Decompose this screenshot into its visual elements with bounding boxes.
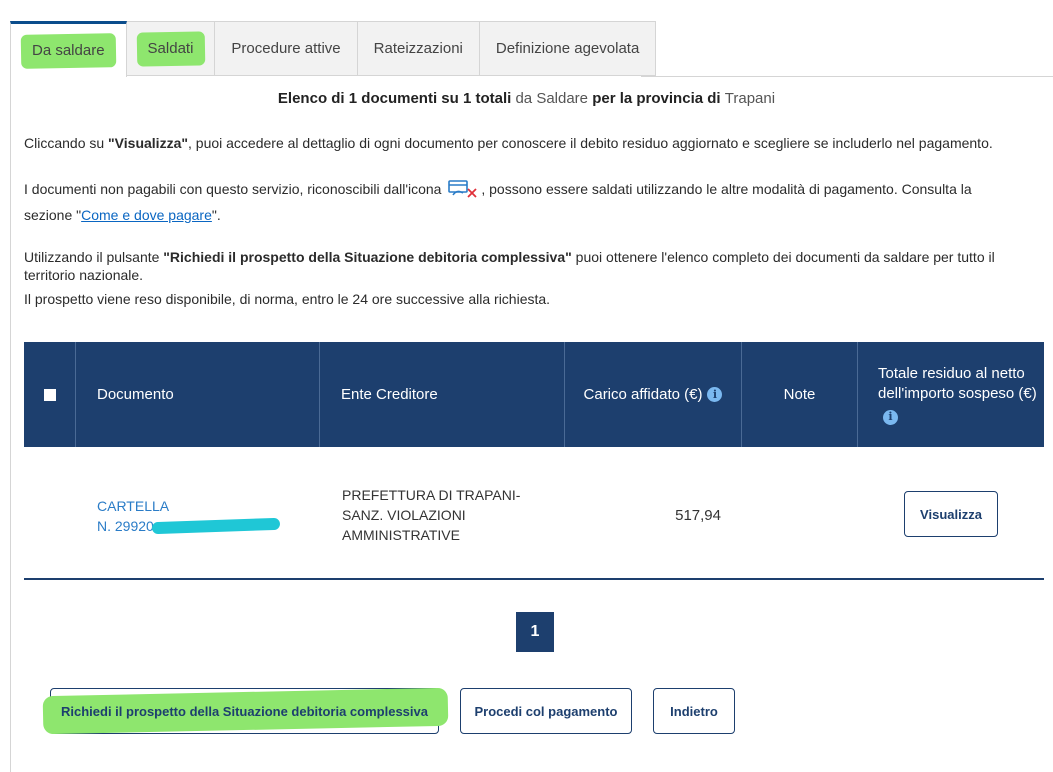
button-label: Richiedi il prospetto della Situazione d… xyxy=(61,703,428,719)
tab-saldati[interactable]: Saldati xyxy=(126,21,216,76)
header-totale-residuo: Totale residuo al netto dell'importo sos… xyxy=(858,342,1044,447)
richiedi-prospetto-button[interactable]: Richiedi il prospetto della Situazione d… xyxy=(50,688,439,734)
header-note: Note xyxy=(742,342,858,447)
title-province: Trapani xyxy=(724,90,776,107)
tab-label: Da saldare xyxy=(32,42,105,59)
tab-procedure-attive[interactable]: Procedure attive xyxy=(215,21,358,76)
document-number: N. 29920 xyxy=(97,518,154,534)
info-paragraph-5: Il prospetto viene reso disponibile, di … xyxy=(24,291,551,307)
header-ente-creditore[interactable]: Ente Creditore xyxy=(320,342,565,447)
tab-rateizzazioni[interactable]: Rateizzazioni xyxy=(357,21,480,76)
title-status: da Saldare xyxy=(515,90,589,107)
tab-label: Rateizzazioni xyxy=(373,40,463,57)
ente-creditore: PREFETTURA DI TRAPANI- SANZ. VIOLAZIONI … xyxy=(342,485,520,545)
redaction-mark xyxy=(151,517,280,535)
tab-label: Saldati xyxy=(147,40,194,57)
text: Cliccando su xyxy=(24,135,109,151)
tab-label: Procedure attive xyxy=(231,40,341,57)
info-paragraph-4: Utilizzando il pulsante "Richiedi il pro… xyxy=(24,248,1044,284)
header-documento[interactable]: Documento xyxy=(76,342,320,447)
info-paragraph-3: sezione "Come e dove pagare". xyxy=(24,206,1044,224)
procedi-pagamento-button[interactable]: Procedi col pagamento xyxy=(460,688,632,734)
page: Da saldare Saldati Procedure attive Rate… xyxy=(0,0,1053,772)
carico-affidato-value: 517,94 xyxy=(675,507,721,524)
text: , possono essere saldati utilizzando le … xyxy=(481,181,972,197)
row-divider xyxy=(24,578,1044,580)
ente-line: PREFETTURA DI TRAPANI- xyxy=(342,487,521,503)
tabs-divider xyxy=(641,76,1053,77)
tab-bar: Da saldare Saldati Procedure attive Rate… xyxy=(10,21,657,77)
page-1-button[interactable]: 1 xyxy=(516,612,554,652)
text-bold: "Richiedi il prospetto della Situazione … xyxy=(163,249,572,265)
ente-line: SANZ. VIOLAZIONI xyxy=(342,507,466,523)
text-bold: "Visualizza" xyxy=(108,135,188,151)
info-paragraph-2: I documenti non pagabili con questo serv… xyxy=(24,178,1044,202)
info-icon[interactable]: i xyxy=(707,387,723,402)
table-row: CARTELLA N. 29920 PREFETTURA DI TRAPANI-… xyxy=(24,447,1044,579)
not-payable-icon xyxy=(447,178,479,202)
title-part: per la provincia di xyxy=(588,90,725,107)
info-icon[interactable]: i xyxy=(883,409,898,425)
tab-definizione-agevolata[interactable]: Definizione agevolata xyxy=(479,21,657,76)
document-link[interactable]: CARTELLA N. 29920 xyxy=(97,496,280,536)
text: Utilizzando il pulsante xyxy=(24,249,164,265)
tab-label: Definizione agevolata xyxy=(495,40,640,57)
select-all-checkbox[interactable] xyxy=(43,388,56,401)
text: ". xyxy=(211,207,221,223)
ente-line: AMMINISTRATIVE xyxy=(342,527,460,543)
text: sezione " xyxy=(24,207,82,223)
header-label: Carico affidato (€) xyxy=(583,386,703,403)
info-paragraph-1: Cliccando su "Visualizza", puoi accedere… xyxy=(24,134,1044,152)
come-e-dove-pagare-link[interactable]: Come e dove pagare xyxy=(81,207,212,223)
text: I documenti non pagabili con questo serv… xyxy=(24,181,446,197)
header-carico-affidato[interactable]: Carico affidato (€) i xyxy=(565,342,742,447)
tab-da-saldare[interactable]: Da saldare xyxy=(10,21,127,77)
document-type: CARTELLA xyxy=(97,498,170,514)
page-title: Elenco di 1 documenti su 1 totali da Sal… xyxy=(0,90,1053,107)
panel-border xyxy=(10,76,11,772)
select-all-cell xyxy=(24,342,76,447)
visualizza-button[interactable]: Visualizza xyxy=(904,491,998,537)
title-part: Elenco di 1 documenti su 1 totali xyxy=(277,90,516,107)
text: , puoi accedere al dettaglio di ogni doc… xyxy=(188,135,993,151)
header-label: Totale residuo al netto dell'importo sos… xyxy=(878,365,1037,403)
table-header: Documento Ente Creditore Carico affidato… xyxy=(24,342,1044,447)
indietro-button[interactable]: Indietro xyxy=(653,688,735,734)
